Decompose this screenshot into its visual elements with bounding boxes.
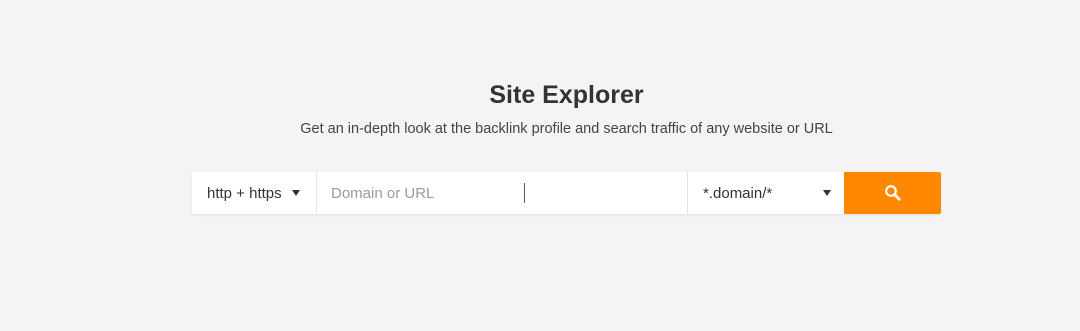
text-cursor [524,183,525,203]
chevron-down-icon [291,190,300,196]
mode-select[interactable]: *.domain/* [688,172,844,214]
search-icon [884,185,901,201]
page-subtitle: Get an in-depth look at the backlink pro… [300,121,833,137]
search-bar: http + https *.domain/* [192,172,941,214]
search-button[interactable] [844,172,941,214]
site-explorer-hero: Site Explorer Get an in-depth look at th… [0,0,1080,331]
protocol-select-value: http + https [207,184,282,202]
domain-url-input[interactable] [317,172,688,214]
page-title: Site Explorer [489,81,644,109]
mode-select-value: *.domain/* [703,184,773,202]
chevron-down-icon [823,190,831,196]
protocol-select[interactable]: http + https [192,172,317,214]
